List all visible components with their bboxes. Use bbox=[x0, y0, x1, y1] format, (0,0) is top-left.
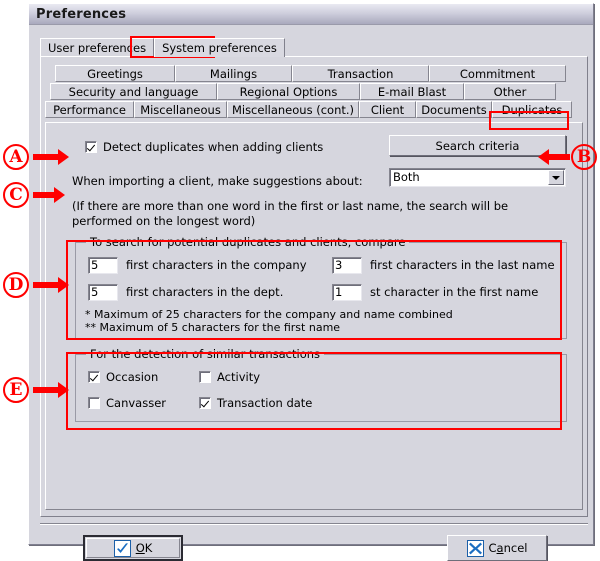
occasion-checkbox[interactable]: Occasion bbox=[88, 370, 158, 384]
tab-user-preferences[interactable]: User preferences bbox=[40, 38, 155, 57]
window-title: Preferences bbox=[36, 6, 127, 22]
lastname-chars-input[interactable]: 3 bbox=[332, 257, 362, 274]
detect-duplicates-checkbox[interactable]: Detect duplicates when adding clients bbox=[85, 140, 323, 154]
system-preferences-page: Greetings Mailings Transaction Commitmen… bbox=[40, 56, 588, 517]
transaction-date-checkbox[interactable]: Transaction date bbox=[199, 396, 312, 410]
sub-tab-miscellaneous-cont[interactable]: Miscellaneous (cont.) bbox=[227, 101, 359, 118]
sub-tab-other[interactable]: Other bbox=[464, 83, 556, 100]
chevron-down-icon[interactable] bbox=[548, 170, 564, 185]
sub-tab-transaction[interactable]: Transaction bbox=[292, 65, 429, 82]
transaction-date-label: Transaction date bbox=[217, 396, 313, 410]
callout-c: C bbox=[3, 182, 29, 208]
callout-d: D bbox=[3, 272, 29, 298]
sub-tab-miscellaneous-cont-label: Miscellaneous (cont.) bbox=[231, 103, 355, 117]
sub-tab-commitment[interactable]: Commitment bbox=[429, 65, 566, 82]
firstname-chars-value: 1 bbox=[335, 285, 343, 299]
activity-checkbox[interactable]: Activity bbox=[199, 370, 260, 384]
sub-tab-duplicates[interactable]: Duplicates bbox=[492, 101, 572, 118]
checkbox-box-icon bbox=[88, 397, 100, 409]
suggestions-combobox-value: Both bbox=[393, 170, 420, 184]
sub-tab-other-label: Other bbox=[493, 85, 527, 99]
cancel-button[interactable]: Cancel bbox=[447, 535, 547, 561]
tab-user-preferences-label: User preferences bbox=[48, 41, 147, 55]
footer-separator bbox=[40, 523, 588, 525]
check-icon bbox=[113, 539, 131, 557]
sub-tab-miscellaneous-label: Miscellaneous bbox=[140, 103, 221, 117]
compare-groupbox-title: To search for potential duplicates and c… bbox=[86, 235, 410, 249]
checkbox-box-icon bbox=[199, 397, 211, 409]
dept-chars-input[interactable]: 5 bbox=[88, 284, 118, 301]
checkbox-box-icon bbox=[85, 141, 97, 153]
sub-tab-duplicates-label: Duplicates bbox=[501, 103, 563, 117]
sub-tabrow-1: Greetings Mailings Transaction Commitmen… bbox=[45, 65, 583, 82]
dept-chars-value: 5 bbox=[91, 285, 99, 299]
canvasser-label: Canvasser bbox=[106, 396, 167, 410]
sub-tabrow-3: Performance Miscellaneous Miscellaneous … bbox=[45, 101, 583, 118]
canvasser-checkbox[interactable]: Canvasser bbox=[88, 396, 166, 410]
sub-tab-security-and-language-label: Security and language bbox=[68, 85, 199, 99]
activity-label: Activity bbox=[217, 370, 261, 384]
tab-system-preferences[interactable]: System preferences bbox=[154, 38, 285, 57]
checkbox-box-icon bbox=[88, 371, 100, 383]
company-chars-label: first characters in the company bbox=[126, 258, 307, 272]
company-chars-value: 5 bbox=[91, 258, 99, 272]
sub-tab-documents[interactable]: Documents bbox=[416, 101, 492, 118]
longest-word-note: (If there are more than one word in the … bbox=[72, 199, 509, 228]
lastname-chars-label: first characters in the last name bbox=[370, 258, 555, 272]
top-tabstrip: User preferences System preferences bbox=[40, 37, 588, 57]
sub-tab-transaction-label: Transaction bbox=[327, 67, 394, 81]
sub-tab-mailings-label: Mailings bbox=[209, 67, 258, 81]
sub-tab-performance[interactable]: Performance bbox=[45, 101, 134, 118]
sub-tab-miscellaneous[interactable]: Miscellaneous bbox=[134, 101, 227, 118]
sub-tab-client-label: Client bbox=[370, 103, 405, 117]
dept-chars-label: first characters in the dept. bbox=[126, 285, 284, 299]
sub-tabstrip: Greetings Mailings Transaction Commitmen… bbox=[45, 65, 583, 119]
occasion-label: Occasion bbox=[106, 370, 159, 384]
sub-tabrow-2: Security and language Regional Options E… bbox=[45, 83, 583, 100]
sub-tab-greetings-label: Greetings bbox=[87, 67, 143, 81]
import-suggestions-label: When importing a client, make suggestion… bbox=[72, 174, 363, 188]
sub-tab-email-blast-label: E-mail Blast bbox=[377, 85, 447, 99]
tab-system-preferences-label: System preferences bbox=[162, 41, 277, 55]
sub-tab-greetings[interactable]: Greetings bbox=[55, 65, 175, 82]
firstname-chars-input[interactable]: 1 bbox=[332, 284, 362, 301]
compare-footnote-1: * Maximum of 25 characters for the compa… bbox=[85, 308, 453, 321]
ok-button[interactable]: OK bbox=[83, 535, 183, 561]
sub-tab-security-and-language[interactable]: Security and language bbox=[50, 83, 217, 100]
callout-a: A bbox=[3, 144, 29, 170]
cancel-button-label: Cancel bbox=[488, 541, 528, 555]
sub-tab-regional-options-label: Regional Options bbox=[239, 85, 338, 99]
sub-tab-documents-label: Documents bbox=[421, 103, 487, 117]
callout-e: E bbox=[3, 377, 29, 403]
sub-tab-mailings[interactable]: Mailings bbox=[175, 65, 292, 82]
search-criteria-button[interactable]: Search criteria bbox=[389, 135, 566, 156]
compare-footnote-2: ** Maximum of 5 characters for the first… bbox=[85, 321, 341, 334]
similar-transactions-groupbox-title: For the detection of similar transaction… bbox=[86, 347, 325, 361]
company-chars-input[interactable]: 5 bbox=[88, 257, 118, 274]
sub-tab-client[interactable]: Client bbox=[359, 101, 416, 118]
firstname-chars-label: st character in the first name bbox=[370, 285, 539, 299]
sub-tab-regional-options[interactable]: Regional Options bbox=[217, 83, 360, 100]
sub-tab-performance-label: Performance bbox=[53, 103, 126, 117]
sub-tab-commitment-label: Commitment bbox=[459, 67, 536, 81]
ok-button-label: OK bbox=[135, 541, 153, 555]
search-criteria-button-label: Search criteria bbox=[435, 138, 520, 153]
suggestions-combobox[interactable]: Both bbox=[389, 168, 566, 187]
x-icon bbox=[466, 539, 484, 557]
compare-groupbox: To search for potential duplicates and c… bbox=[75, 235, 567, 339]
preferences-window: Preferences User preferences System pref… bbox=[28, 3, 594, 561]
window-titlebar: Preferences bbox=[29, 4, 593, 25]
sub-tab-email-blast[interactable]: E-mail Blast bbox=[360, 83, 464, 100]
duplicates-panel: Detect duplicates when adding clients Se… bbox=[45, 122, 583, 510]
similar-transactions-groupbox: For the detection of similar transaction… bbox=[75, 347, 567, 422]
lastname-chars-value: 3 bbox=[335, 258, 343, 272]
window-client-area: User preferences System preferences Gree… bbox=[31, 27, 591, 561]
detect-duplicates-label: Detect duplicates when adding clients bbox=[103, 140, 324, 154]
checkbox-box-icon bbox=[199, 371, 211, 383]
